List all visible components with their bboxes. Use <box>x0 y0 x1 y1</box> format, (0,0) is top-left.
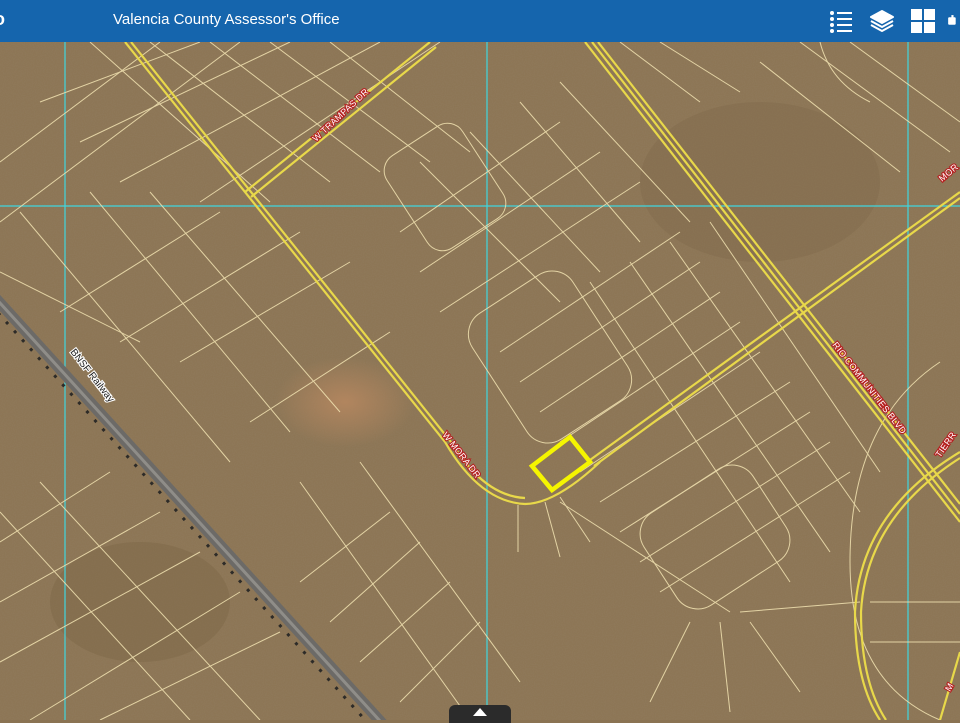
basemap-gallery-icon <box>911 9 935 33</box>
app-glyph: o <box>0 9 5 30</box>
aerial-imagery: W TRAMPAS DR W MORA DR RIO COMMUNITIES B… <box>0 42 960 720</box>
chevron-up-icon <box>473 708 487 716</box>
map-view[interactable]: W TRAMPAS DR W MORA DR RIO COMMUNITIES B… <box>0 42 960 720</box>
layers-icon <box>870 10 894 32</box>
panel-expand-button[interactable] <box>449 705 511 723</box>
legend-list-icon <box>830 11 852 33</box>
share-button[interactable] <box>946 5 960 37</box>
legend-button[interactable] <box>826 5 856 37</box>
share-icon <box>948 15 956 25</box>
layers-button[interactable] <box>867 5 897 37</box>
app-header: o Valencia County Assessor's Office <box>0 0 960 42</box>
page-title: Valencia County Assessor's Office <box>113 11 340 28</box>
basemap-gallery-button[interactable] <box>908 5 938 37</box>
